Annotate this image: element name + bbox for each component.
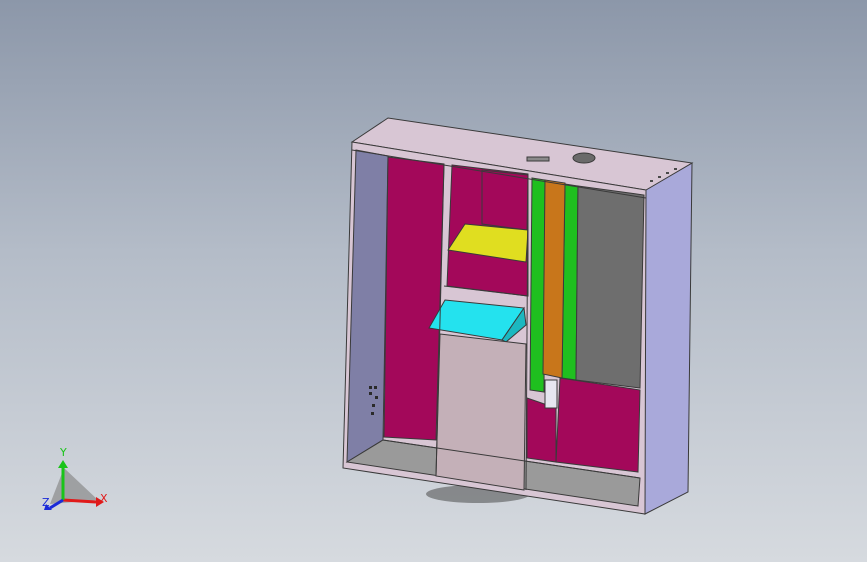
magenta-panel-left[interactable] (383, 156, 445, 441)
z-axis-label: Z (42, 496, 50, 509)
cabinet-model[interactable] (342, 117, 694, 515)
3d-viewport[interactable]: X Y Z (0, 0, 867, 562)
top-hole (572, 152, 596, 164)
x-axis-label: X (100, 492, 108, 505)
triad-cone-shading (50, 468, 98, 504)
gray-panel-right[interactable] (575, 185, 645, 389)
right-side-panel[interactable] (644, 162, 693, 515)
magenta-panel-lower-right[interactable] (555, 377, 641, 473)
x-axis-line (62, 498, 97, 504)
y-axis-label: Y (59, 446, 67, 459)
gray-back-panel[interactable] (481, 169, 529, 231)
y-axis-arrow (58, 460, 68, 468)
top-slot (526, 156, 550, 162)
orange-rail[interactable] (542, 179, 566, 379)
door-panel[interactable] (435, 333, 527, 491)
small-white-block (544, 379, 558, 409)
axis-triad: X Y Z (42, 446, 108, 510)
